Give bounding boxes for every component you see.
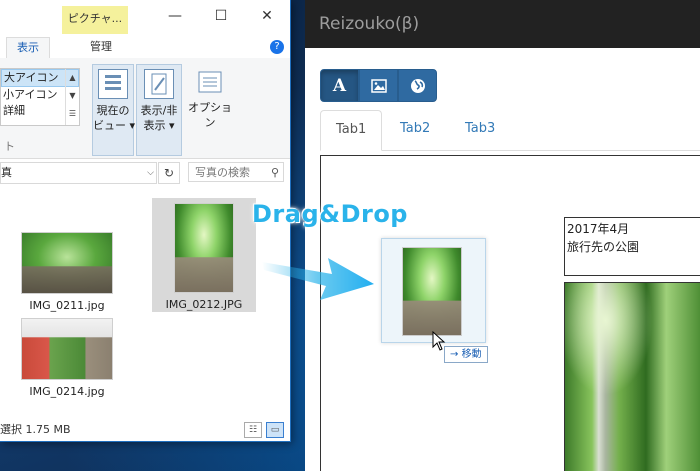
tab-3[interactable]: Tab3	[450, 110, 510, 148]
drag-ghost-thumbnail	[402, 247, 462, 336]
file-thumbnail	[174, 203, 234, 293]
layout-gallery: 大アイコン 小アイコン 詳細 ▲ ▼ ☰	[0, 68, 80, 126]
tab-1[interactable]: Tab1	[320, 110, 383, 151]
ribbon-group-label: ト	[4, 140, 15, 153]
maximize-button[interactable]: ☐	[206, 8, 236, 24]
file-thumbnail	[21, 232, 113, 294]
search-icon: ⚲	[270, 166, 279, 179]
navbar: Reizouko(β)	[305, 0, 700, 48]
scroll-down-icon[interactable]: ▼	[66, 87, 79, 105]
file-list: IMG_0211.jpg IMG_0212.JPG IMG_0214.jpg	[0, 188, 290, 416]
address-bar[interactable]: 真 ⌵	[0, 162, 157, 184]
drag-ghost	[381, 238, 486, 343]
globe-icon	[410, 78, 425, 93]
details-view-icon[interactable]: ☷	[244, 422, 262, 438]
image-tool-button[interactable]	[359, 69, 398, 102]
large-icons-view-icon[interactable]: ▭	[266, 422, 284, 438]
note-line-2: 旅行先の公園	[567, 240, 640, 254]
file-explorer-window: ピクチャ... — ☐ ✕ 表示 管理 ? 大アイコン 小アイコン 詳細 ▲ ▼…	[0, 0, 291, 442]
text-note[interactable]: 2017年4月 旅行先の公園	[564, 217, 700, 276]
text-icon: A	[332, 75, 347, 96]
refresh-icon[interactable]: ↻	[158, 162, 180, 184]
options-button[interactable]: オプション	[186, 64, 234, 154]
scroll-up-icon[interactable]: ▲	[66, 69, 79, 87]
search-placeholder: 写真の検索	[195, 166, 250, 179]
image-icon	[370, 78, 387, 93]
file-name: IMG_0212.JPG	[165, 298, 243, 311]
tool-button-group: A	[320, 69, 437, 102]
tab-strip: Tab1 Tab2 Tab3	[320, 110, 700, 151]
file-name: IMG_0211.jpg	[29, 299, 105, 312]
status-text: 選択 1.75 MB	[0, 423, 71, 436]
file-item-selected[interactable]: IMG_0212.JPG	[152, 198, 256, 312]
current-view-label: 現在の ビュー ▾	[93, 104, 136, 132]
current-view-button[interactable]: 現在の ビュー ▾	[92, 64, 136, 156]
tab-view[interactable]: 表示	[6, 37, 50, 59]
photo-card[interactable]	[564, 282, 700, 471]
move-tooltip: → 移動	[444, 346, 488, 363]
tab-manage[interactable]: 管理	[80, 37, 122, 57]
help-icon[interactable]: ?	[270, 40, 284, 54]
reizouko-window: Reizouko(β) A Tab1 Tab2 Tab3 2017年4月 旅行先…	[305, 0, 700, 471]
picture-tools-context-tab[interactable]: ピクチャ...	[62, 6, 128, 34]
ribbon-tab-row: 表示 管理 ?	[0, 34, 290, 59]
status-bar: 選択 1.75 MB ☷ ▭	[0, 418, 290, 441]
chevron-down-icon[interactable]: ⌵	[147, 163, 154, 183]
address-text: 真	[1, 166, 12, 179]
show-hide-icon	[144, 69, 174, 99]
web-tool-button[interactable]	[398, 69, 437, 102]
file-thumbnail	[21, 318, 113, 380]
search-input[interactable]: 写真の検索 ⚲	[188, 162, 284, 182]
app-title[interactable]: Reizouko(β)	[319, 14, 419, 34]
drag-arrow-icon	[262, 258, 374, 300]
move-arrow-icon: →	[450, 349, 459, 360]
explorer-titlebar: ピクチャ... — ☐ ✕	[0, 0, 290, 34]
current-view-icon	[98, 69, 128, 99]
layout-gallery-scroll[interactable]: ▲ ▼ ☰	[65, 69, 79, 125]
tab-2[interactable]: Tab2	[385, 110, 445, 148]
close-button[interactable]: ✕	[252, 8, 282, 24]
file-name: IMG_0214.jpg	[29, 385, 105, 398]
address-row: 真 ⌵ ↻ 写真の検索 ⚲	[0, 160, 290, 186]
minimize-button[interactable]: —	[160, 8, 190, 24]
note-line-1: 2017年4月	[567, 222, 630, 236]
show-hide-button[interactable]: 表示/非 表示 ▾	[136, 64, 182, 156]
file-item[interactable]: IMG_0214.jpg	[17, 318, 117, 398]
gallery-more-icon[interactable]: ☰	[66, 105, 79, 123]
drag-drop-label: Drag&Drop	[252, 200, 408, 228]
text-tool-button[interactable]: A	[320, 69, 359, 102]
move-tooltip-text: 移動	[461, 349, 482, 360]
ribbon-panel: 大アイコン 小アイコン 詳細 ▲ ▼ ☰ 現在の ビュー ▾ 表示/非 表示 ▾	[0, 58, 290, 159]
options-icon	[196, 68, 224, 96]
options-label: オプション	[188, 101, 232, 129]
show-hide-label: 表示/非 表示 ▾	[140, 104, 178, 132]
file-item[interactable]: IMG_0211.jpg	[17, 232, 117, 312]
